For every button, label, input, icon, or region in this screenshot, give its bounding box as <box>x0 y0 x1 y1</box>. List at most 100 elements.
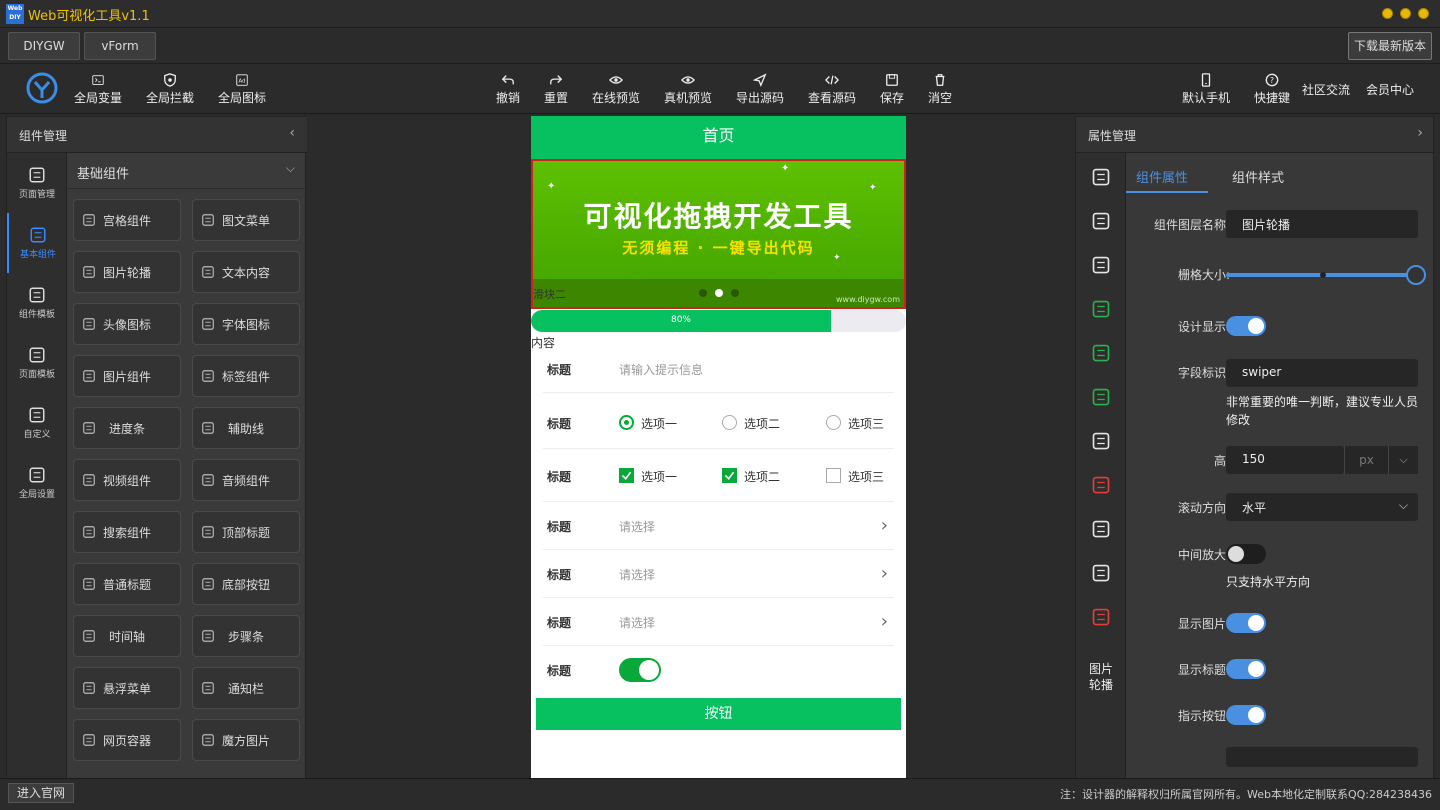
component-title[interactable]: 顶部标题 <box>192 511 300 553</box>
select-field[interactable]: 请选择 <box>619 566 655 583</box>
rail-item-1[interactable]: 基本组件 <box>7 213 67 273</box>
download-icon-button[interactable] <box>1089 209 1113 233</box>
form-row-switch[interactable]: 标题 <box>543 646 894 694</box>
component-search[interactable]: 搜索组件 <box>73 511 181 553</box>
checkbox-button[interactable] <box>826 468 841 483</box>
rail-item-3[interactable]: 页面模板 <box>7 333 67 393</box>
collapse-right-icon[interactable]: › <box>1417 125 1423 141</box>
component-steps[interactable]: 步骤条 <box>192 615 300 657</box>
component-avatar[interactable]: 头像图标 <box>73 303 181 345</box>
toolbar-link-button[interactable]: 社区交流 <box>1294 64 1358 114</box>
rail-item-4[interactable]: 自定义 <box>7 393 67 453</box>
show-image-toggle[interactable] <box>1226 613 1266 633</box>
component-tag[interactable]: 标签组件 <box>192 355 300 397</box>
group-header[interactable]: 基础组件 ⌵ <box>67 153 305 189</box>
submit-button[interactable]: 按钮 <box>536 698 901 730</box>
component-globe[interactable]: 网页容器 <box>73 719 181 761</box>
delete-icon-button[interactable] <box>1089 473 1113 497</box>
maximize-button[interactable] <box>1400 8 1411 19</box>
component-music[interactable]: 音频组件 <box>192 459 300 501</box>
component-video[interactable]: 视频组件 <box>73 459 181 501</box>
toolbar-link-button[interactable]: 会员中心 <box>1358 64 1422 114</box>
component-float-menu[interactable]: 悬浮菜单 <box>73 667 181 709</box>
select-field[interactable]: 请选择 <box>619 614 655 631</box>
component-grid[interactable]: 宫格组件 <box>73 199 181 241</box>
field-id-input[interactable]: swiper <box>1226 359 1418 387</box>
text-input[interactable]: 请输入提示信息 <box>619 361 703 378</box>
layer-name-input[interactable]: 图片轮播 <box>1226 210 1418 238</box>
toolbar-send-button[interactable]: 导出源码 <box>728 64 792 114</box>
component-image[interactable]: 图片组件 <box>73 355 181 397</box>
redo-icon <box>550 74 563 84</box>
download-latest-button[interactable]: 下载最新版本 <box>1348 32 1432 60</box>
copy-icon-button[interactable] <box>1089 253 1113 277</box>
component-timeline[interactable]: 时间轴 <box>73 615 181 657</box>
tab-diygw[interactable]: DIYGW <box>8 32 80 60</box>
component-image-carousel[interactable]: 图片轮播 <box>73 251 181 293</box>
form-switch[interactable] <box>619 658 661 682</box>
toolbar-phone-button[interactable]: 默认手机 <box>1174 64 1238 114</box>
component-divider[interactable]: 辅助线 <box>192 407 300 449</box>
next-field-partial[interactable] <box>1226 747 1418 767</box>
minimize-button[interactable] <box>1382 8 1393 19</box>
toolbar-trash-button[interactable]: 消空 <box>908 64 972 114</box>
component-bottom-button[interactable]: 底部按钮 <box>192 563 300 605</box>
component-smile[interactable]: 字体图标 <box>192 303 300 345</box>
checkbox-button[interactable] <box>722 468 737 483</box>
collapse-left-icon[interactable]: ‹ <box>289 125 295 141</box>
component-progress[interactable]: 进度条 <box>73 407 181 449</box>
link-icon-button[interactable] <box>1089 517 1113 541</box>
enter-website-button[interactable]: 进入官网 <box>8 783 74 803</box>
component-title[interactable]: 普通标题 <box>73 563 181 605</box>
component-list[interactable]: 图文菜单 <box>192 199 300 241</box>
toolbar-code-button[interactable]: 查看源码 <box>800 64 864 114</box>
form-row-select[interactable]: 标题 请选择 › <box>543 550 894 598</box>
files-icon-button[interactable] <box>1089 385 1113 409</box>
toolbar-icon-set-button[interactable]: Ad 全局图标 <box>210 64 274 114</box>
toolbar-eye-button[interactable]: 在线预览 <box>584 64 648 114</box>
toolbar-variable-button[interactable]: 全局变量 <box>66 64 130 114</box>
tab-component-props[interactable]: 组件属性 <box>1136 167 1188 186</box>
radio-button[interactable] <box>619 415 634 430</box>
component-speaker[interactable]: 通知栏 <box>192 667 300 709</box>
checkbox-button[interactable] <box>619 468 634 483</box>
close-button[interactable] <box>1418 8 1429 19</box>
design-show-toggle[interactable] <box>1226 316 1266 336</box>
rail-item-0[interactable]: 页面管理 <box>7 153 67 213</box>
image-swiper[interactable]: ✦ ✦ ✦ ✦ 可视化拖拽开发工具 无须编程 · 一键导出代码 滑块二 www.… <box>531 159 906 309</box>
radio-button[interactable] <box>826 415 841 430</box>
tab-vform[interactable]: vForm <box>84 32 156 60</box>
radio-button[interactable] <box>722 415 737 430</box>
settings-icon-button[interactable] <box>1089 605 1113 629</box>
rail-item-2[interactable]: 组件模板 <box>7 273 67 333</box>
form-row-radio[interactable]: 标题 选项一 选项二 选项三 <box>543 396 894 449</box>
swiper-dot[interactable] <box>699 289 707 297</box>
unit-dropdown-icon[interactable]: ⌵ <box>1388 446 1418 474</box>
toolbar-redo-button[interactable]: 重置 <box>524 64 588 114</box>
upload-icon-button[interactable] <box>1089 165 1113 189</box>
add-file-icon-button[interactable] <box>1089 341 1113 365</box>
form-row-select[interactable]: 标题 请选择 › <box>543 598 894 646</box>
form-row-checkbox[interactable]: 标题 选项一 选项二 选项三 <box>543 449 894 502</box>
swiper-dot[interactable] <box>715 289 723 297</box>
scroll-direction-select[interactable]: 水平 ⌵ <box>1226 493 1418 521</box>
component-text[interactable]: 文本内容 <box>192 251 300 293</box>
center-zoom-toggle[interactable] <box>1226 544 1266 564</box>
slider-handle[interactable] <box>1406 265 1426 285</box>
puzzle-icon-button[interactable] <box>1089 297 1113 321</box>
show-title-toggle[interactable] <box>1226 659 1266 679</box>
tab-component-style[interactable]: 组件样式 <box>1232 167 1284 186</box>
form-row-select[interactable]: 标题 请选择 › <box>543 502 894 550</box>
grid-size-slider[interactable] <box>1226 265 1426 285</box>
form-row-input[interactable]: 标题 请输入提示信息 <box>543 345 894 393</box>
select-field[interactable]: 请选择 <box>619 518 655 535</box>
rail-item-5[interactable]: 全局设置 <box>7 453 67 513</box>
indicator-toggle[interactable] <box>1226 705 1266 725</box>
toolbar-shield-button[interactable]: 全局拦截 <box>138 64 202 114</box>
component-cube-image[interactable]: 魔方图片 <box>192 719 300 761</box>
swiper-dot[interactable] <box>731 289 739 297</box>
layers-icon-button[interactable] <box>1089 561 1113 585</box>
toolbar-eye-button[interactable]: 真机预览 <box>656 64 720 114</box>
height-input[interactable]: 150 <box>1226 446 1344 474</box>
unlock-icon-button[interactable] <box>1089 429 1113 453</box>
